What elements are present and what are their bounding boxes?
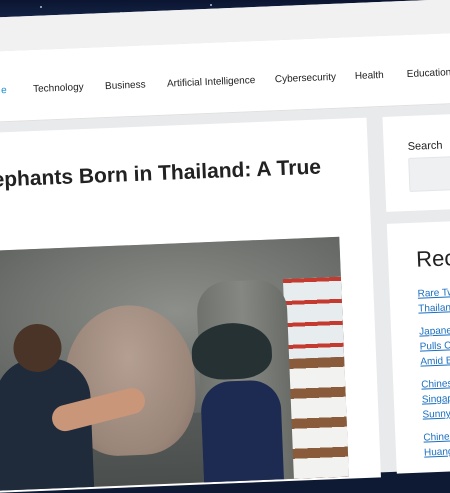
nav-item-business[interactable]: Business [105, 79, 146, 92]
browser-screen: e Technology Business Artificial Intelli… [0, 0, 450, 493]
recent-posts-list: Rare Twi Thailand: Japanese Pulls Co Ami… [417, 283, 450, 468]
article-headline[interactable]: lephants Born in Thailand: A True [0, 156, 321, 193]
sidebar-search-widget: Search [382, 112, 450, 212]
nav-item-health[interactable]: Health [355, 70, 384, 82]
search-input[interactable] [408, 154, 450, 192]
recent-post-link[interactable]: Rare Twi Thailand: [417, 283, 450, 316]
nav-item-home[interactable]: e [1, 85, 7, 96]
recent-post-link[interactable]: Chinese Singapo Sunny a [421, 374, 450, 422]
recent-post-link[interactable]: Japanese Pulls Co Amid Bac [419, 321, 450, 369]
article-content: lephants Born in Thailand: A True [0, 117, 381, 493]
recent-posts-title: Rece [415, 244, 450, 272]
nav-item-education[interactable]: Education [407, 67, 450, 80]
sidebar-recent-widget: Rece Rare Twi Thailand: Japanese Pulls C… [386, 219, 450, 474]
recent-post-link[interactable]: Chinese Huang J [423, 427, 450, 460]
caretaker-right [200, 379, 285, 491]
search-label: Search [407, 139, 443, 153]
article-photo[interactable] [0, 236, 349, 491]
nav-item-technology[interactable]: Technology [33, 82, 84, 95]
star [40, 6, 42, 8]
nav-item-cybersecurity[interactable]: Cybersecurity [275, 72, 337, 85]
star [210, 4, 212, 6]
nav-item-artificial-intelligence[interactable]: Artificial Intelligence [167, 75, 256, 90]
